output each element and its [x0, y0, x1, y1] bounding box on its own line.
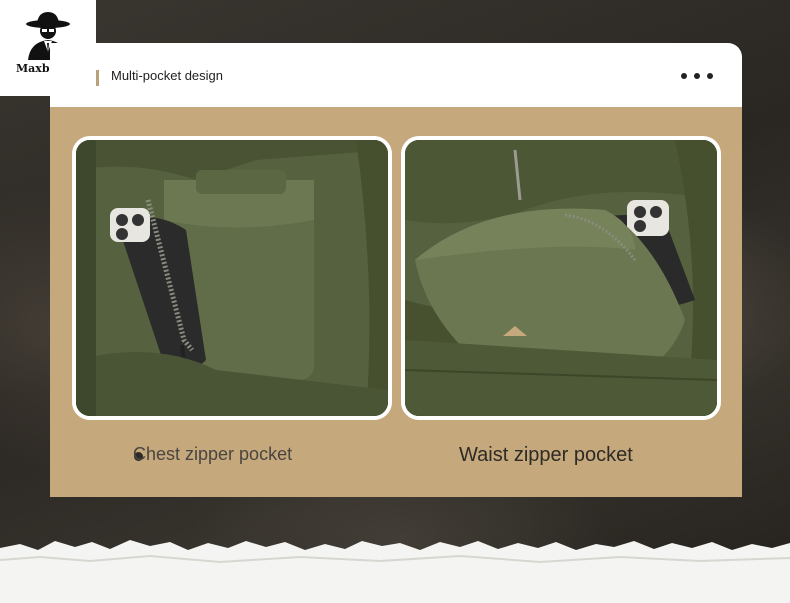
waist-pocket-photo[interactable] — [401, 136, 721, 420]
more-horizontal-icon — [694, 73, 700, 79]
feature-panel: Chest zipper pocket Waist zipper pocket — [50, 107, 742, 497]
page-title: Multi-pocket design — [111, 68, 223, 83]
feature-caption: Waist zipper pocket — [459, 444, 633, 466]
more-options-button[interactable] — [681, 67, 713, 85]
header-accent-bar — [96, 70, 99, 86]
more-horizontal-icon — [681, 73, 687, 79]
feature-caption: Chest zipper pocket — [133, 444, 293, 464]
torn-paper-edge — [0, 530, 790, 603]
chest-pocket-photo[interactable] — [72, 136, 392, 420]
more-horizontal-icon — [707, 73, 713, 79]
card-header: Multi-pocket design — [50, 43, 742, 107]
